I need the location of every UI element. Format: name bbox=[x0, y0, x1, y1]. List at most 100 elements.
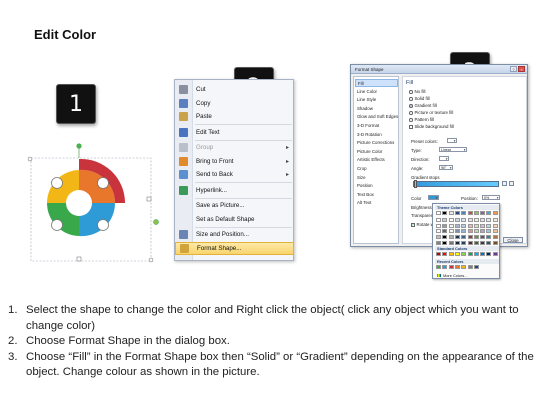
resize-handle[interactable] bbox=[148, 257, 154, 263]
theme-color-swatch[interactable] bbox=[448, 234, 454, 239]
rotation-handle[interactable] bbox=[76, 143, 82, 149]
theme-color-swatch[interactable] bbox=[492, 211, 498, 215]
resize-handle[interactable] bbox=[146, 196, 152, 202]
standard-color-swatch[interactable] bbox=[467, 252, 473, 256]
type-dropdown[interactable]: Linear bbox=[439, 147, 467, 152]
theme-color-swatch[interactable] bbox=[486, 240, 492, 245]
theme-color-swatch[interactable] bbox=[461, 229, 467, 234]
gradient-stops-bar[interactable] bbox=[413, 181, 499, 187]
nav-item-artistic-effects[interactable]: Artistic Effects bbox=[355, 156, 398, 164]
position-spinner[interactable]: 0% bbox=[482, 195, 500, 200]
standard-color-swatch[interactable] bbox=[473, 252, 479, 256]
theme-color-swatch[interactable] bbox=[467, 240, 473, 245]
direction-dropdown[interactable] bbox=[439, 156, 449, 161]
resize-handle[interactable] bbox=[27, 156, 33, 162]
help-icon[interactable]: ? bbox=[510, 66, 517, 72]
theme-color-swatch[interactable] bbox=[454, 218, 460, 223]
recent-color-swatch[interactable] bbox=[454, 265, 460, 269]
theme-color-swatch[interactable] bbox=[480, 211, 486, 215]
theme-color-swatch[interactable] bbox=[467, 211, 473, 215]
nav-item-3-d-format[interactable]: 3-D Format bbox=[355, 122, 398, 130]
recent-color-swatch[interactable] bbox=[442, 265, 448, 269]
nav-item-picture-color[interactable]: Picture Color bbox=[355, 148, 398, 156]
theme-color-swatch[interactable] bbox=[436, 223, 441, 228]
fill-option-slide-background-fill[interactable]: Slide background fill bbox=[409, 124, 454, 129]
theme-color-swatch[interactable] bbox=[467, 223, 473, 228]
blue-segment[interactable] bbox=[79, 203, 116, 237]
theme-color-swatch[interactable] bbox=[448, 240, 454, 245]
standard-color-swatch[interactable] bbox=[480, 252, 486, 256]
nav-item-fill[interactable]: Fill bbox=[355, 79, 398, 87]
theme-color-swatch[interactable] bbox=[492, 223, 498, 228]
theme-color-swatch[interactable] bbox=[473, 218, 479, 223]
theme-color-swatch[interactable] bbox=[448, 218, 454, 223]
theme-color-swatch[interactable] bbox=[486, 229, 492, 234]
more-colors-link[interactable]: More Colors... bbox=[437, 273, 467, 278]
remove-stop-button[interactable] bbox=[509, 181, 514, 186]
menu-item-hyperlink[interactable]: Hyperlink... bbox=[175, 184, 294, 197]
theme-color-swatch[interactable] bbox=[492, 240, 498, 245]
theme-color-swatch[interactable] bbox=[480, 234, 486, 239]
theme-color-swatch[interactable] bbox=[454, 229, 460, 234]
menu-item-format-shape[interactable]: Format Shape... bbox=[175, 241, 294, 255]
standard-color-swatch[interactable] bbox=[454, 252, 460, 256]
menu-item-save-as-picture[interactable]: Save as Picture... bbox=[175, 199, 294, 212]
theme-color-swatch[interactable] bbox=[480, 240, 486, 245]
theme-color-swatch[interactable] bbox=[473, 234, 479, 239]
donut-shape[interactable] bbox=[20, 143, 160, 263]
theme-color-swatch[interactable] bbox=[436, 211, 441, 215]
yellow-segment[interactable] bbox=[46, 170, 79, 203]
nav-item-text-box[interactable]: Text Box bbox=[355, 191, 398, 199]
theme-color-swatch[interactable] bbox=[473, 211, 479, 215]
adjust-handle[interactable] bbox=[153, 219, 159, 225]
theme-color-swatch[interactable] bbox=[442, 234, 448, 239]
nav-item-alt-text[interactable]: Alt Text bbox=[355, 199, 398, 207]
theme-color-swatch[interactable] bbox=[448, 211, 454, 215]
standard-color-swatch[interactable] bbox=[492, 252, 498, 256]
menu-item-copy[interactable]: Copy bbox=[175, 97, 294, 110]
menu-item-group[interactable]: Group ▸ bbox=[175, 141, 294, 154]
angle-spinner[interactable]: 90° bbox=[439, 165, 453, 170]
recent-color-swatch[interactable] bbox=[461, 265, 467, 269]
recent-color-swatch[interactable] bbox=[473, 265, 479, 269]
theme-color-swatch[interactable] bbox=[442, 229, 448, 234]
nav-item-glow-and-soft-edges[interactable]: Glow and Soft Edges bbox=[355, 113, 398, 121]
theme-color-swatch[interactable] bbox=[473, 223, 479, 228]
standard-color-swatch[interactable] bbox=[436, 252, 441, 256]
theme-color-swatch[interactable] bbox=[448, 229, 454, 234]
theme-color-swatch[interactable] bbox=[486, 211, 492, 215]
menu-item-size-and-position[interactable]: Size and Position... bbox=[175, 228, 294, 241]
theme-color-swatch[interactable] bbox=[480, 229, 486, 234]
theme-color-swatch[interactable] bbox=[486, 218, 492, 223]
theme-color-swatch[interactable] bbox=[454, 223, 460, 228]
theme-color-swatch[interactable] bbox=[448, 223, 454, 228]
fill-option-pattern-fill[interactable]: Pattern fill bbox=[409, 117, 434, 122]
theme-color-swatch[interactable] bbox=[492, 229, 498, 234]
fill-option-no-fill[interactable]: No fill bbox=[409, 89, 425, 94]
add-stop-button[interactable] bbox=[502, 181, 507, 186]
theme-color-swatch[interactable] bbox=[473, 229, 479, 234]
color-button[interactable] bbox=[428, 195, 439, 200]
theme-color-swatch[interactable] bbox=[454, 211, 460, 215]
nav-item-3-d-rotation[interactable]: 3-D Rotation bbox=[355, 131, 398, 139]
close-icon[interactable]: × bbox=[518, 66, 525, 72]
theme-color-swatch[interactable] bbox=[467, 218, 473, 223]
fill-option-picture-or-texture-fill[interactable]: Picture or texture fill bbox=[409, 110, 453, 115]
standard-color-swatch[interactable] bbox=[461, 252, 467, 256]
menu-item-set-as-default-shape[interactable]: Set as Default Shape bbox=[175, 213, 294, 226]
menu-item-cut[interactable]: Cut bbox=[175, 83, 294, 96]
standard-color-swatch[interactable] bbox=[486, 252, 492, 256]
theme-color-swatch[interactable] bbox=[436, 218, 441, 223]
nav-item-picture-corrections[interactable]: Picture Corrections bbox=[355, 139, 398, 147]
resize-handle[interactable] bbox=[76, 256, 82, 262]
theme-color-swatch[interactable] bbox=[461, 234, 467, 239]
gradient-stop-handle[interactable] bbox=[414, 180, 417, 188]
theme-color-swatch[interactable] bbox=[461, 218, 467, 223]
theme-color-swatch[interactable] bbox=[467, 229, 473, 234]
recent-color-swatch[interactable] bbox=[467, 265, 473, 269]
nav-item-size[interactable]: Size bbox=[355, 174, 398, 182]
menu-item-edit-text[interactable]: Edit Text bbox=[175, 126, 294, 139]
theme-color-swatch[interactable] bbox=[461, 223, 467, 228]
nav-item-position[interactable]: Position bbox=[355, 182, 398, 190]
nav-item-crop[interactable]: Crop bbox=[355, 165, 398, 173]
